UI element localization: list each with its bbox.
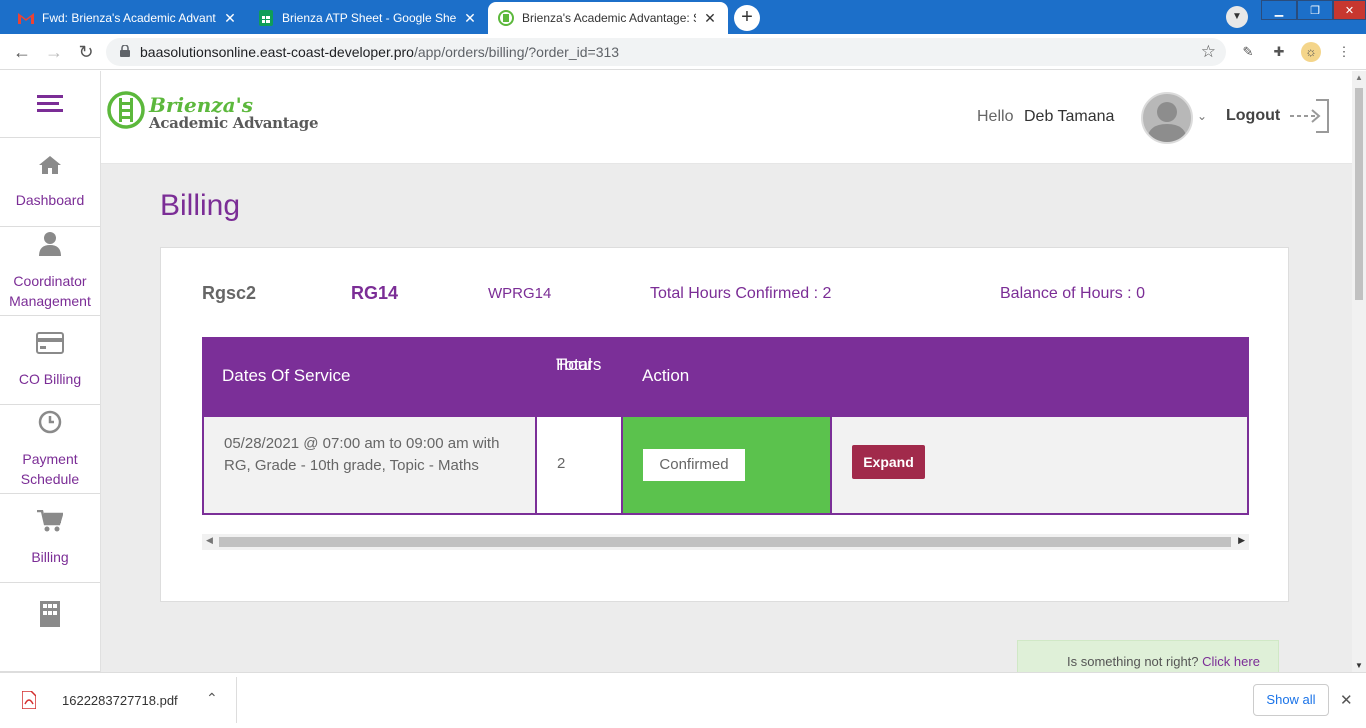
scroll-down-icon[interactable]: ▼: [1355, 661, 1363, 670]
group-code: RG14: [351, 283, 399, 303]
download-filename[interactable]: 1622283727718.pdf: [62, 693, 178, 708]
scrollbar-thumb[interactable]: [219, 537, 1231, 547]
hours-cell: 2: [537, 417, 623, 513]
scroll-up-icon[interactable]: ▲: [1355, 73, 1363, 82]
puzzle-extensions-icon[interactable]: ✚: [1269, 42, 1289, 62]
tab-title: Brienza ATP Sheet - Google Shee: [282, 11, 456, 25]
close-icon[interactable]: ✕: [222, 10, 238, 27]
sidebar-item-label: CO Billing: [18, 370, 82, 387]
sidebar-item-coordinator-management[interactable]: Coordinator Management: [0, 227, 100, 316]
browser-tab-bar: Fwd: Brienza's Academic Advanta ✕ Brienz…: [0, 0, 1366, 34]
horizontal-scrollbar[interactable]: ◀ ▶: [202, 534, 1249, 550]
user-icon: [39, 231, 61, 261]
table-row: 05/28/2021 @ 07:00 am to 09:00 am with R…: [202, 417, 1249, 515]
profile-avatar-icon[interactable]: ☼: [1301, 42, 1321, 62]
lock-icon: [120, 44, 130, 60]
logo-line1: Brienza's: [149, 92, 254, 117]
greeting-text: Hello: [977, 108, 1014, 125]
action-cell: Expand: [832, 417, 1249, 513]
back-icon[interactable]: ←: [12, 42, 32, 63]
address-bar: ← → ↻ baasolutionsonline.east-coast-deve…: [0, 34, 1366, 70]
sidebar-item-billing[interactable]: Billing: [0, 494, 100, 583]
status-cell: Confirmed: [623, 417, 832, 513]
page-title: Billing: [160, 189, 241, 222]
url-path: /app/orders/billing/?order_id=313: [413, 44, 620, 60]
new-tab-button[interactable]: +: [734, 5, 760, 31]
scrollbar-thumb[interactable]: [1355, 88, 1363, 300]
chevron-up-icon[interactable]: ⌃: [206, 690, 218, 707]
sidebar-item-label: Dashboard: [15, 191, 85, 208]
window-close-button[interactable]: ✕: [1333, 0, 1366, 20]
brienza-icon: [498, 10, 514, 26]
avatar[interactable]: [1141, 92, 1193, 144]
scroll-left-icon[interactable]: ◀: [206, 535, 213, 546]
logo-line2: Academic Advantage: [149, 113, 319, 132]
close-icon[interactable]: ✕: [1340, 691, 1353, 709]
user-name: Deb Tamana: [1024, 108, 1115, 125]
credit-card-icon: [36, 331, 64, 359]
browser-tab-gmail[interactable]: Fwd: Brienza's Academic Advanta ✕: [8, 2, 248, 34]
brienza-logo[interactable]: Brienza's Academic Advantage: [107, 91, 319, 134]
more-menu-icon[interactable]: ⋮: [1334, 42, 1354, 62]
billing-table: Dates Of Service Total Hours Action 05/2…: [202, 337, 1249, 515]
eyedropper-extension-icon[interactable]: ✎: [1238, 42, 1258, 62]
url-host: baasolutionsonline.east-coast-developer.…: [140, 44, 414, 60]
ladder-logo-icon: [107, 91, 145, 134]
total-hours-confirmed: Total Hours Confirmed : 2: [650, 285, 832, 302]
feedback-banner: Is something not right? Click here: [1017, 640, 1279, 672]
sidebar-item-dashboard[interactable]: Dashboard: [0, 138, 100, 227]
url-field[interactable]: baasolutionsonline.east-coast-developer.…: [106, 38, 1226, 66]
billing-card: Rgsc2 RG14 WPRG14 Total Hours Confirmed …: [160, 247, 1289, 602]
tab-title: Brienza's Academic Advantage: S: [522, 11, 696, 25]
divider: [236, 677, 237, 723]
sidebar-item-label: Coordinator Management: [9, 272, 91, 309]
header-line: Hours: [556, 355, 602, 374]
column-header-action: Action: [642, 366, 690, 385]
order-code: Rgsc2: [202, 283, 257, 303]
sheets-icon: [258, 10, 274, 26]
pdf-file-icon: [21, 690, 37, 714]
workplace-code: WPRG14: [488, 285, 552, 302]
forward-icon[interactable]: →: [44, 42, 64, 63]
sidebar-item-label: Payment Schedule: [20, 450, 80, 487]
browser-tab-sheets[interactable]: Brienza ATP Sheet - Google Shee ✕: [248, 2, 488, 34]
feedback-text: Is something not right?: [1067, 654, 1203, 669]
balance-of-hours: Balance of Hours : 0: [1000, 285, 1145, 302]
date-cell: 05/28/2021 @ 07:00 am to 09:00 am with R…: [204, 417, 537, 513]
close-icon[interactable]: ✕: [702, 10, 718, 27]
chevron-down-icon[interactable]: ⌄: [1197, 109, 1207, 123]
scroll-right-icon[interactable]: ▶: [1238, 535, 1245, 546]
building-icon: [40, 601, 60, 632]
maximize-button[interactable]: ❐: [1297, 0, 1333, 20]
column-header-dates: Dates Of Service: [222, 366, 351, 385]
reload-icon[interactable]: ↻: [76, 42, 96, 63]
show-all-button[interactable]: Show all: [1253, 684, 1329, 716]
sidebar-item-co-billing[interactable]: CO Billing: [0, 316, 100, 405]
clock-icon: [38, 410, 62, 439]
table-header: Dates Of Service Total Hours Action: [202, 337, 1249, 417]
vertical-scrollbar[interactable]: ▲ ▼: [1352, 71, 1366, 672]
logout-link[interactable]: Logout: [1226, 107, 1280, 125]
tab-title: Fwd: Brienza's Academic Advanta: [42, 11, 216, 25]
bookmark-star-icon[interactable]: ☆: [1201, 42, 1216, 62]
main-content: Billing Rgsc2 RG14 WPRG14 Total Hours Co…: [101, 164, 1352, 672]
logout-icon[interactable]: [1288, 98, 1330, 139]
minimize-button[interactable]: ▁: [1261, 0, 1297, 20]
browser-tab-active[interactable]: Brienza's Academic Advantage: S ✕: [488, 2, 728, 34]
profile-menu-icon[interactable]: ▼: [1226, 6, 1248, 28]
close-icon[interactable]: ✕: [462, 10, 478, 27]
expand-button[interactable]: Expand: [852, 445, 925, 479]
confirmed-badge: Confirmed: [643, 449, 745, 481]
sidebar: Dashboard Coordinator Management CO Bill…: [0, 71, 101, 672]
gmail-icon: [18, 10, 34, 26]
sidebar-item-payment-schedule[interactable]: Payment Schedule: [0, 405, 100, 494]
app-header: Brienza's Academic Advantage Hello Deb T…: [101, 71, 1352, 164]
cart-icon: [37, 509, 64, 537]
sidebar-item-label: Billing: [31, 548, 69, 565]
feedback-link[interactable]: Click here: [1202, 654, 1260, 669]
hamburger-menu-icon[interactable]: [0, 71, 100, 138]
sidebar-item-building[interactable]: [0, 583, 100, 672]
download-bar: 1622283727718.pdf ⌃ Show all ✕: [0, 672, 1366, 728]
home-icon: [38, 155, 62, 180]
